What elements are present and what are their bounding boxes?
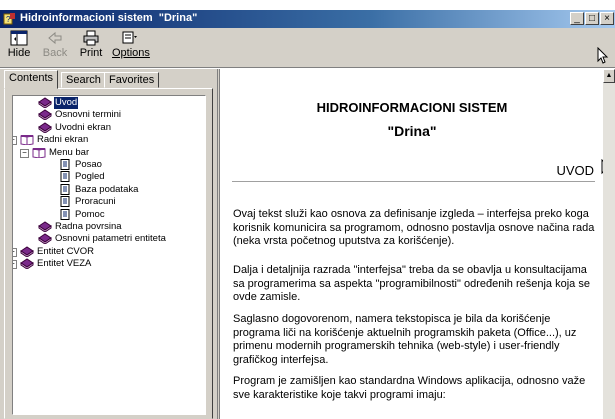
section-heading: UVOD: [556, 163, 594, 178]
tree-item-label: Posao: [75, 159, 102, 170]
options-icon: [122, 31, 137, 44]
collapse-icon[interactable]: −: [13, 136, 17, 146]
tree-item-label: Osnovni patametri entiteta: [55, 233, 166, 245]
options-label: Options: [112, 47, 150, 59]
back-label: Back: [42, 47, 68, 59]
print-label: Print: [79, 47, 103, 59]
paragraph-2: Dalja i detaljnija razrada "interfejsa" …: [233, 264, 590, 303]
maximize-button[interactable]: □: [585, 12, 599, 25]
tree-item-label: Pogled: [75, 171, 105, 183]
close-button[interactable]: ×: [600, 12, 614, 25]
title-bar: ? Hidroinformacioni sistem "Drina" _ □ ×: [0, 10, 615, 28]
hide-button[interactable]: Hide: [2, 29, 36, 65]
contents-tree[interactable]: UvodOsnovni terminiUvodni ekran−Radni ek…: [12, 95, 206, 415]
divider: [232, 181, 595, 182]
page-subtitle: "Drina": [387, 123, 437, 139]
mouse-cursor-icon: [597, 47, 609, 64]
paragraph-4: Program je zamišljen kao standardna Wind…: [233, 375, 586, 401]
tree-item-label: Uvodni ekran: [55, 121, 111, 133]
paragraph-1: Ovaj tekst služi kao osnova za definisan…: [233, 208, 595, 247]
tree-item-label: Entitet CVOR: [37, 245, 95, 257]
page-title: HIDROINFORMACIONI SISTEM: [316, 100, 508, 115]
tree-item-label: Radni ekran: [37, 134, 89, 146]
expand-icon[interactable]: +: [13, 247, 17, 257]
tree-item-label: Uvod: [54, 97, 79, 109]
tree-item-label: Menu bar: [49, 146, 90, 158]
tree-item-label: Radna povrsina: [55, 221, 122, 232]
toolbar: Hide Back Print Options: [0, 28, 615, 68]
top-strip: [0, 0, 615, 10]
minimize-button[interactable]: _: [570, 12, 584, 25]
help-book-icon: ?: [3, 13, 15, 25]
vertical-scrollbar[interactable]: ▲: [603, 69, 615, 419]
pane-splitter[interactable]: [214, 69, 218, 419]
tree-item-label: Proracuni: [75, 196, 116, 208]
tab-contents[interactable]: Contents: [4, 70, 59, 89]
hide-label: Hide: [7, 47, 31, 59]
tree-item-label: Osnovni termini: [55, 109, 121, 121]
tree-item-label: Baza podataka: [75, 183, 139, 195]
book-closed-icon: [20, 258, 34, 273]
hide-pane-icon: [10, 30, 28, 46]
topic-content: HIDROINFORMACIONI SISTEM "Drina" UVOD Ov…: [219, 69, 604, 419]
window-title: Hidroinformacioni sistem "Drina": [20, 12, 198, 24]
print-button[interactable]: Print: [74, 29, 108, 65]
printer-icon: [83, 30, 99, 46]
back-arrow-icon: [48, 31, 62, 45]
collapse-icon[interactable]: −: [20, 148, 29, 158]
navigation-pane: UvodOsnovni terminiUvodni ekran−Radni ek…: [4, 88, 213, 419]
tree-item-label: Entitet VEZA: [37, 258, 92, 270]
expand-icon[interactable]: +: [13, 260, 17, 270]
book-open-icon: [32, 147, 46, 162]
tab-favorites[interactable]: Favorites: [104, 72, 160, 88]
back-button[interactable]: Back: [38, 29, 72, 65]
options-button[interactable]: Options: [112, 29, 150, 65]
paragraph-3: Saglasno dogovorenom, namera tekstopisca…: [233, 313, 577, 366]
tree-item-label: Pomoc: [75, 208, 105, 220]
tab-search[interactable]: Search: [61, 72, 106, 88]
scroll-up-arrow-icon[interactable]: ▲: [603, 69, 615, 83]
